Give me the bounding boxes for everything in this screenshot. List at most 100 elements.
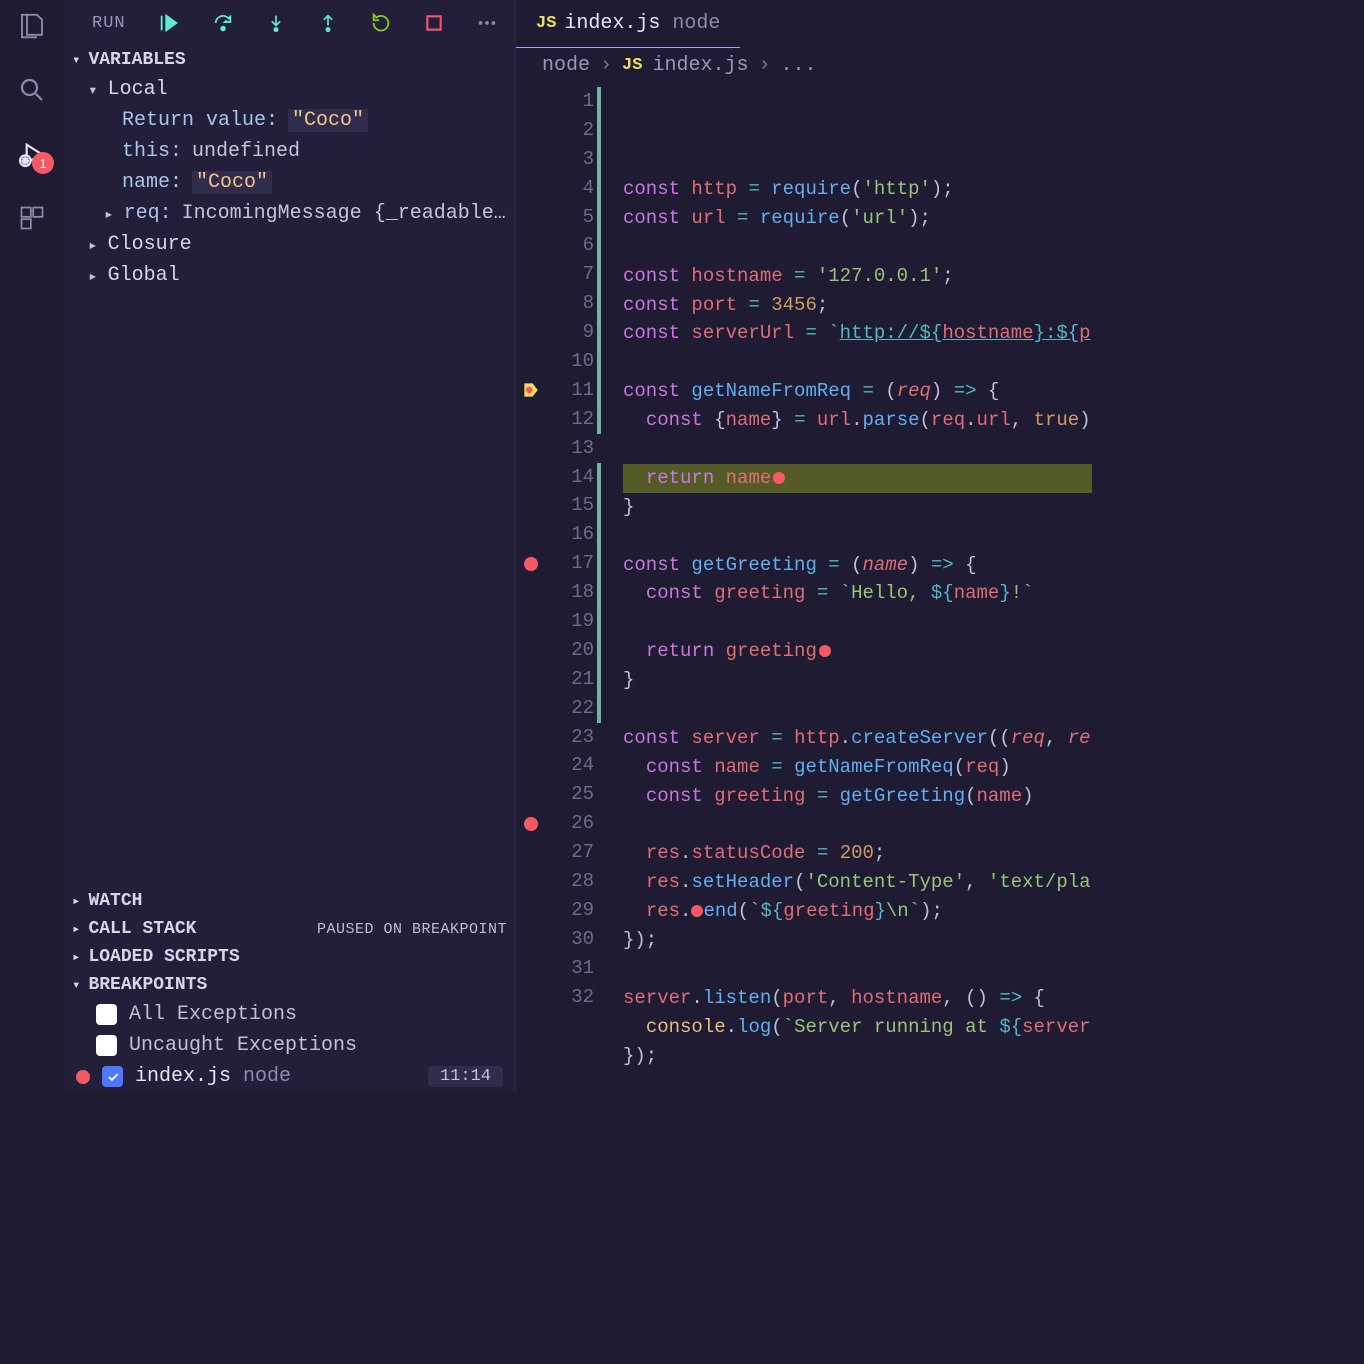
more-icon[interactable] xyxy=(476,12,498,34)
checkbox-checked[interactable] xyxy=(102,1066,123,1087)
gutter-breakpoint[interactable] xyxy=(516,549,546,578)
code-line[interactable]: const greeting = getGreeting(name) xyxy=(623,782,1092,811)
code-line[interactable]: const port = 3456; xyxy=(623,291,1092,320)
code-line[interactable]: } xyxy=(623,666,1092,695)
stop-icon[interactable] xyxy=(424,13,444,33)
scope-closure[interactable]: ▸ Closure xyxy=(64,229,515,260)
code-line[interactable]: return name xyxy=(623,464,1092,493)
gutter-breakpoint[interactable] xyxy=(516,867,546,896)
checkbox-unchecked[interactable] xyxy=(96,1035,117,1056)
line-number: 13 xyxy=(546,434,594,463)
scope-global[interactable]: ▸ Global xyxy=(64,260,515,291)
code-line[interactable]: res.end(`${greeting}\n`); xyxy=(623,897,1092,926)
code-line[interactable]: const name = getNameFromReq(req) xyxy=(623,753,1092,782)
gutter-breakpoint[interactable] xyxy=(516,780,546,809)
code-editor[interactable]: 1234567891011121314151617181920212223242… xyxy=(516,83,1092,1092)
code-line[interactable] xyxy=(623,522,1092,551)
watch-header[interactable]: ▸ WATCH xyxy=(64,887,515,915)
code-line[interactable]: const getGreeting = (name) => { xyxy=(623,551,1092,580)
gutter-breakpoint[interactable] xyxy=(516,809,546,838)
line-number: 12 xyxy=(546,405,594,434)
extensions-icon[interactable] xyxy=(16,202,48,234)
line-number: 10 xyxy=(546,347,594,376)
gutter-breakpoint[interactable] xyxy=(516,751,546,780)
gutter-breakpoint[interactable] xyxy=(516,376,546,405)
code-line[interactable]: const hostname = '127.0.0.1'; xyxy=(623,262,1092,291)
bp-file-row[interactable]: index.js node 11:14 xyxy=(64,1061,515,1092)
files-icon[interactable] xyxy=(16,10,48,42)
gutter-breakpoint[interactable] xyxy=(516,174,546,203)
code-line[interactable]: const serverUrl = `http://${hostname}:${… xyxy=(623,319,1092,348)
gutter-breakpoint[interactable] xyxy=(516,665,546,694)
code-line[interactable] xyxy=(623,435,1092,464)
var-this[interactable]: this: undefined xyxy=(64,136,515,167)
code-line[interactable]: }); xyxy=(623,926,1092,955)
gutter-breakpoint[interactable] xyxy=(516,491,546,520)
gutter-breakpoint[interactable] xyxy=(516,694,546,723)
gutter-breakpoint[interactable] xyxy=(516,607,546,636)
gutter-breakpoint[interactable] xyxy=(516,116,546,145)
code-line[interactable]: res.statusCode = 200; xyxy=(623,839,1092,868)
search-icon[interactable] xyxy=(16,74,48,106)
gutter-breakpoint[interactable] xyxy=(516,723,546,752)
gutter-breakpoint[interactable] xyxy=(516,838,546,867)
gutter-breakpoint[interactable] xyxy=(516,405,546,434)
code-line[interactable] xyxy=(623,608,1092,637)
gutter-breakpoint[interactable] xyxy=(516,954,546,983)
step-into-icon[interactable] xyxy=(266,12,286,34)
code-line[interactable] xyxy=(623,348,1092,377)
breakpoints-header[interactable]: ▾ BREAKPOINTS xyxy=(64,971,515,999)
code-line[interactable]: }); xyxy=(623,1042,1092,1071)
code-line[interactable] xyxy=(623,1071,1092,1092)
code-line[interactable]: const http = require('http'); xyxy=(623,175,1092,204)
gutter-breakpoint[interactable] xyxy=(516,578,546,607)
code-line[interactable] xyxy=(623,233,1092,262)
code-line[interactable]: server.listen(port, hostname, () => { xyxy=(623,984,1092,1013)
var-return[interactable]: Return value: "Coco" xyxy=(64,105,515,136)
var-name[interactable]: name: "Coco" xyxy=(64,167,515,198)
gutter-breakpoint[interactable] xyxy=(516,260,546,289)
gutter-breakpoint[interactable] xyxy=(516,636,546,665)
code-line[interactable]: const url = require('url'); xyxy=(623,204,1092,233)
editor-tab[interactable]: JS index.js node xyxy=(516,0,740,48)
loaded-header[interactable]: ▸ LOADED SCRIPTS xyxy=(64,943,515,971)
code-line[interactable]: } xyxy=(623,493,1092,522)
gutter-breakpoint[interactable] xyxy=(516,434,546,463)
variables-header[interactable]: ▾ VARIABLES xyxy=(64,46,515,74)
breadcrumb[interactable]: node › JS index.js › ... xyxy=(516,48,1092,83)
code-line[interactable]: res.setHeader('Content-Type', 'text/pla xyxy=(623,868,1092,897)
code-line[interactable]: const {name} = url.parse(req.url, true) xyxy=(623,406,1092,435)
continue-icon[interactable] xyxy=(158,12,180,34)
gutter-breakpoint[interactable] xyxy=(516,203,546,232)
scope-local[interactable]: ▾ Local xyxy=(64,74,515,105)
gutter-breakpoint[interactable] xyxy=(516,463,546,492)
gutter-breakpoint[interactable] xyxy=(516,231,546,260)
restart-icon[interactable] xyxy=(370,12,392,34)
code-line[interactable]: const server = http.createServer((req, r… xyxy=(623,724,1092,753)
code-line[interactable]: return greeting xyxy=(623,637,1092,666)
gutter-breakpoint[interactable] xyxy=(516,145,546,174)
gutter-breakpoint[interactable] xyxy=(516,318,546,347)
step-out-icon[interactable] xyxy=(318,12,338,34)
bp-uncaught-exceptions[interactable]: Uncaught Exceptions xyxy=(64,1030,515,1061)
gutter-breakpoint[interactable] xyxy=(516,520,546,549)
line-number: 17 xyxy=(546,549,594,578)
gutter-breakpoint[interactable] xyxy=(516,87,546,116)
var-req[interactable]: ▸ req: IncomingMessage {_readableSta… xyxy=(64,198,515,229)
callstack-header[interactable]: ▸ CALL STACK PAUSED ON BREAKPOINT xyxy=(64,915,515,943)
code-line[interactable]: console.log(`Server running at ${server xyxy=(623,1013,1092,1042)
gutter-breakpoint[interactable] xyxy=(516,347,546,376)
code-line[interactable] xyxy=(623,811,1092,840)
checkbox-unchecked[interactable] xyxy=(96,1004,117,1025)
gutter-breakpoint[interactable] xyxy=(516,925,546,954)
code-line[interactable] xyxy=(623,955,1092,984)
gutter-breakpoint[interactable] xyxy=(516,983,546,1012)
debug-icon[interactable]: 1 xyxy=(16,138,48,170)
gutter-breakpoint[interactable] xyxy=(516,896,546,925)
bp-all-exceptions[interactable]: All Exceptions xyxy=(64,999,515,1030)
gutter-breakpoint[interactable] xyxy=(516,289,546,318)
code-line[interactable]: const greeting = `Hello, ${name}!` xyxy=(623,579,1092,608)
step-over-icon[interactable] xyxy=(212,12,234,34)
code-line[interactable] xyxy=(623,695,1092,724)
code-line[interactable]: const getNameFromReq = (req) => { xyxy=(623,377,1092,406)
